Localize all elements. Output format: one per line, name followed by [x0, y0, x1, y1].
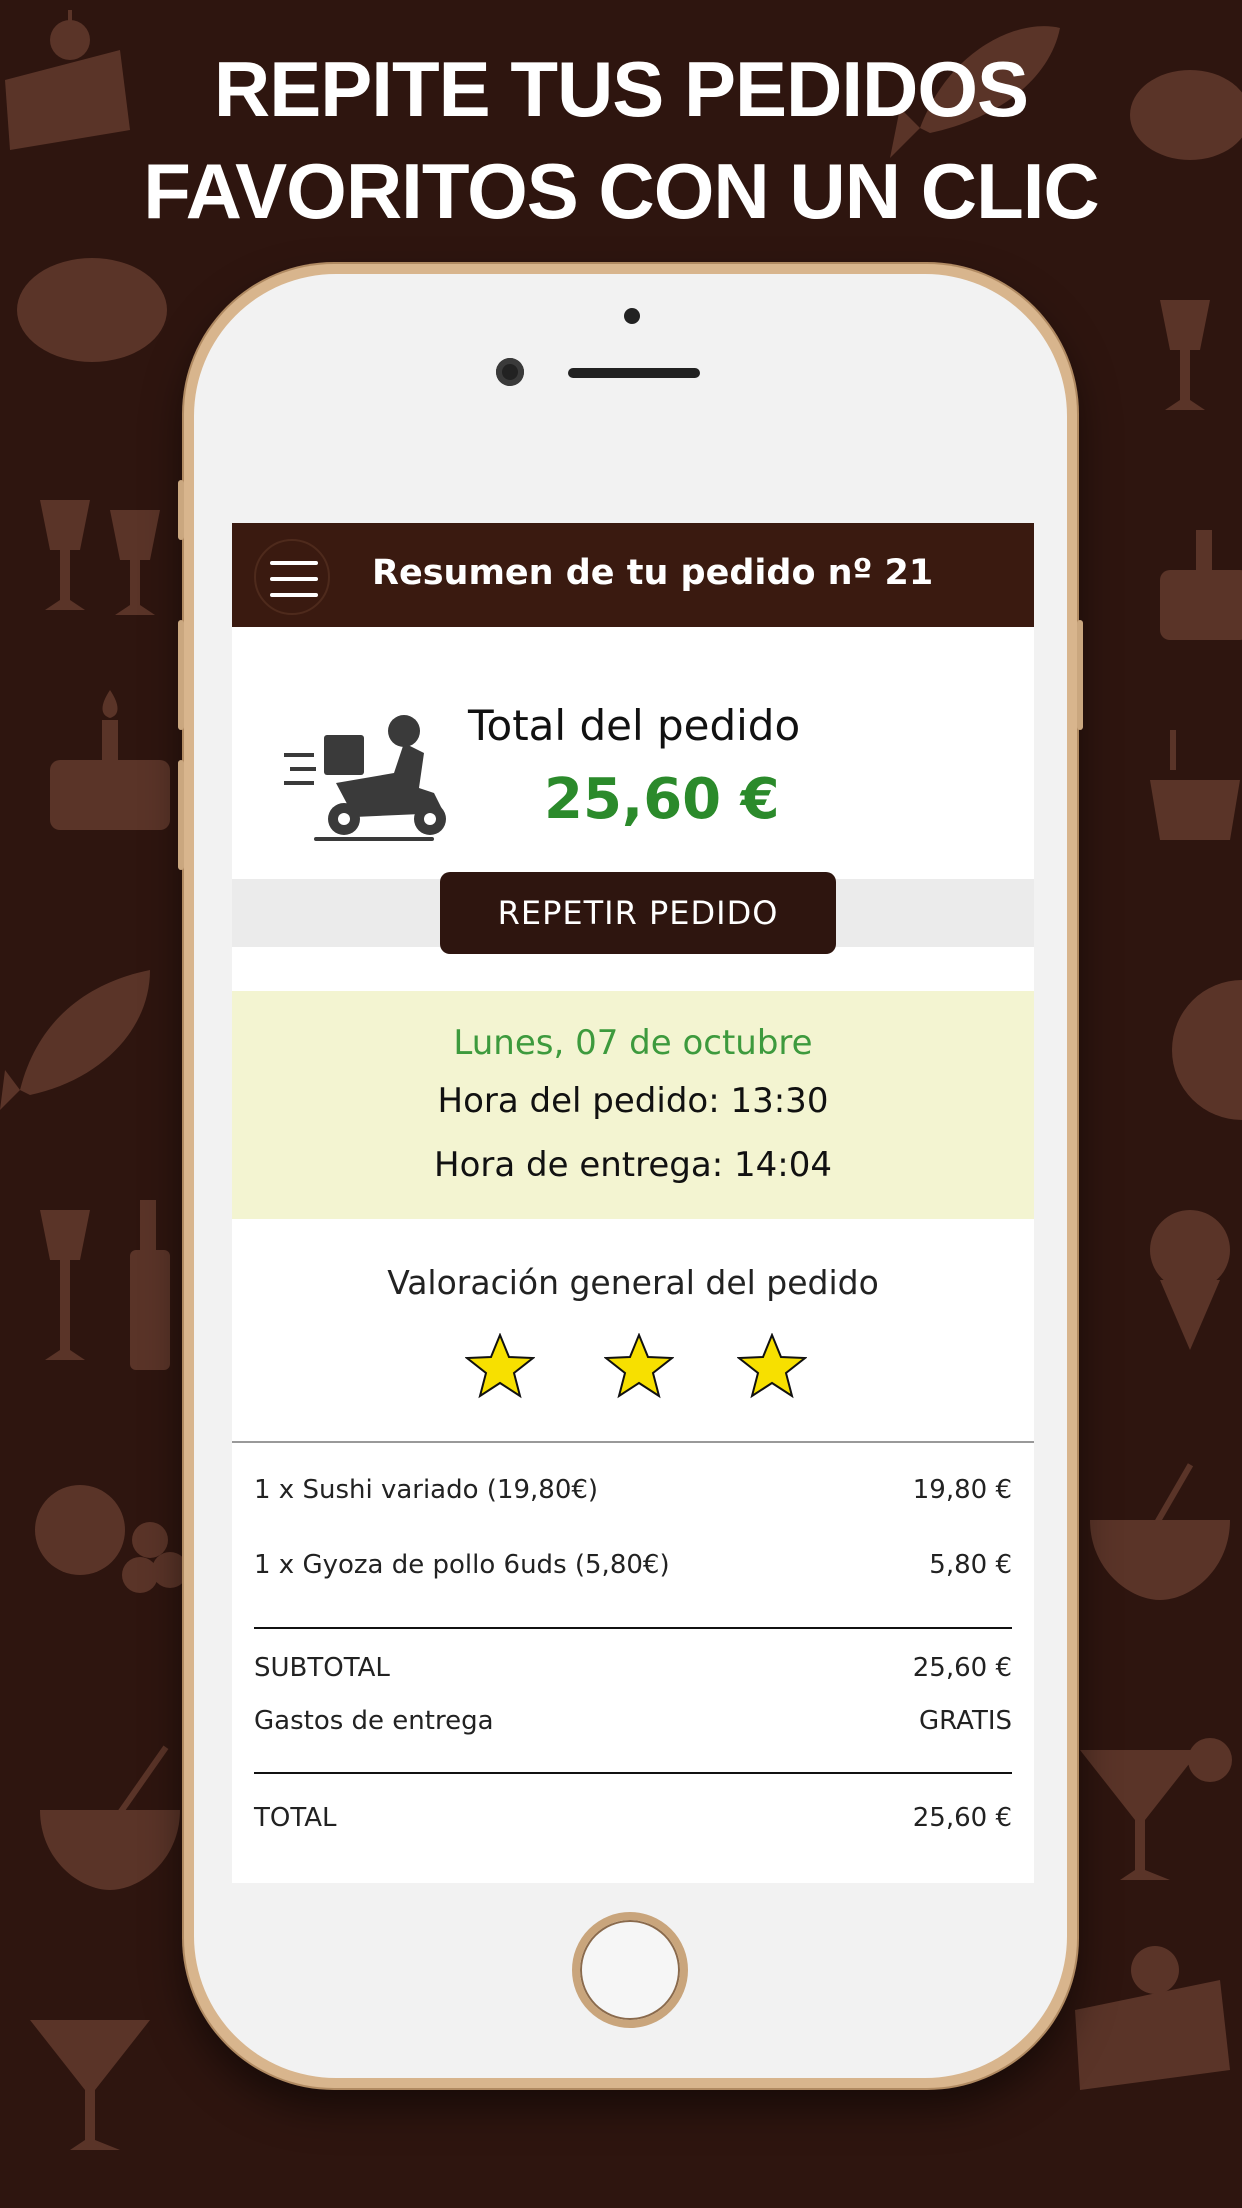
delivery-fee-value: GRATIS [919, 1706, 1012, 1736]
volume-up-button [178, 620, 184, 730]
repeat-order-button[interactable]: REPETIR PEDIDO [440, 872, 836, 954]
wine-glasses-icon [1160, 300, 1210, 410]
delivery-fee-label: Gastos de entrega [254, 1706, 494, 1736]
app-screen: Resumen de tu pedido nº 21 Total del ped… [232, 523, 1034, 1883]
fish-icon [0, 970, 150, 1110]
rating-star-icon[interactable] [737, 1333, 807, 1399]
wine-glasses-icon [40, 500, 160, 615]
total-value: 25,60 € [912, 1803, 1012, 1833]
steak-icon [17, 258, 167, 362]
mute-switch [178, 480, 184, 540]
app-header: Resumen de tu pedido nº 21 [232, 523, 1034, 627]
order-date: Lunes, 07 de octubre [453, 1023, 813, 1063]
schedule-panel: Lunes, 07 de octubre Hora del pedido: 13… [232, 991, 1034, 1219]
divider [254, 1772, 1012, 1774]
wine-bottle-icon [40, 1200, 170, 1370]
order-time: Hora del pedido: 13:30 [437, 1081, 829, 1121]
noodle-bowl-icon [1090, 1463, 1230, 1600]
item-price: 5,80 € [929, 1550, 1012, 1580]
delivery-time: Hora de entrega: 14:04 [434, 1145, 832, 1185]
item-name: 1 x Gyoza de pollo 6uds (5,80€) [254, 1550, 670, 1580]
rating-star-icon[interactable] [604, 1333, 674, 1399]
birthday-cake-icon [50, 690, 170, 830]
delivery-scooter-icon [284, 715, 446, 841]
promo-headline: REPITE TUS PEDIDOS FAVORITOS CON UN CLIC [0, 38, 1242, 242]
fruit-icon [35, 1485, 188, 1593]
total-label: TOTAL [254, 1803, 337, 1833]
item-name: 1 x Sushi variado (19,80€) [254, 1475, 599, 1505]
cocktail-glass-icon [30, 2020, 150, 2150]
headline-line-2: FAVORITOS CON UN CLIC [143, 147, 1100, 235]
order-total-value: 25,60 € [544, 767, 780, 832]
rating-star-icon[interactable] [465, 1333, 535, 1399]
divider [254, 1627, 1012, 1629]
citrus-slice-icon [1172, 980, 1242, 1120]
ice-cream-icon [1150, 1210, 1230, 1350]
subtotal-label: SUBTOTAL [254, 1653, 390, 1683]
cake-slice-icon [1075, 1946, 1230, 2090]
front-sensor [624, 308, 640, 324]
home-button[interactable] [572, 1912, 688, 2028]
front-camera [496, 358, 524, 386]
power-button [1077, 620, 1083, 730]
order-total-label: Total del pedido [468, 701, 801, 750]
birthday-cake-icon [1160, 530, 1242, 640]
headline-line-1: REPITE TUS PEDIDOS [213, 45, 1029, 133]
hamburger-menu-icon[interactable] [254, 539, 330, 615]
earpiece-speaker [568, 368, 700, 378]
rating-title: Valoración general del pedido [387, 1263, 879, 1302]
cocktail-glass-icon [1080, 1738, 1232, 1880]
noodle-bowl-icon [40, 1745, 180, 1890]
page-title: Resumen de tu pedido nº 21 [372, 553, 934, 593]
volume-down-button [178, 760, 184, 870]
subtotal-value: 25,60 € [912, 1653, 1012, 1683]
coffee-cup-icon [1150, 730, 1240, 840]
divider [232, 1441, 1034, 1443]
item-price: 19,80 € [912, 1475, 1012, 1505]
